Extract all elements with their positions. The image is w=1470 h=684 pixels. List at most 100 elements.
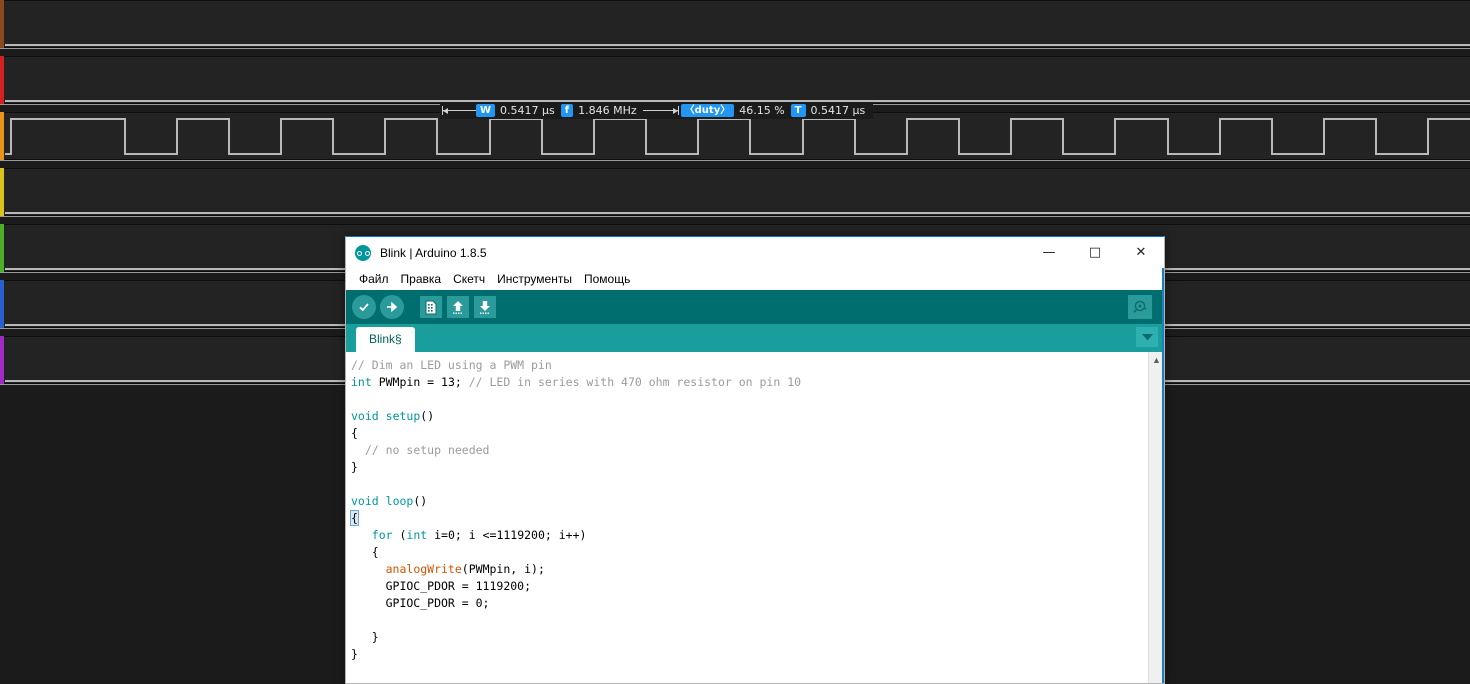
code-token: () xyxy=(413,494,428,508)
duty-cycle-badge[interactable]: 〈duty〉 xyxy=(680,104,735,117)
code-line: { xyxy=(351,544,1144,561)
window-right-edge xyxy=(1162,268,1164,683)
code-token: // LED in series with 470 ohm resistor o… xyxy=(468,375,802,389)
window-title: Blink | Arduino 1.8.5 xyxy=(380,245,487,260)
code-line: analogWrite(PWMpin, i); xyxy=(351,561,1144,578)
channel-separator-0 xyxy=(0,48,1470,49)
channel-trace-3 xyxy=(5,212,1470,214)
code-line: } xyxy=(351,459,1144,476)
channel-color-6 xyxy=(0,336,4,384)
channel-color-3 xyxy=(0,168,4,216)
code-token: { xyxy=(351,545,379,559)
channel-2-square-wave xyxy=(5,118,1470,155)
verify-button[interactable] xyxy=(352,295,376,319)
channel-band-3[interactable] xyxy=(0,168,1470,216)
period-span-arrow xyxy=(642,106,679,115)
code-text[interactable]: // Dim an LED using a PWM pin int PWMpin … xyxy=(346,352,1144,663)
code-token: } xyxy=(351,630,379,644)
duty-cycle-value: 46.15 % xyxy=(739,104,785,117)
channel-trace-0 xyxy=(5,44,1470,46)
code-editor[interactable]: // Dim an LED using a PWM pin int PWMpin … xyxy=(346,352,1164,683)
code-token: { xyxy=(350,510,359,526)
code-line: // no setup needed xyxy=(351,442,1144,459)
menu-edit[interactable]: Правка xyxy=(395,270,448,288)
width-span-arrow xyxy=(442,106,476,115)
code-token: PWMpin = 13; xyxy=(371,375,469,389)
code-token: int xyxy=(351,375,372,389)
menu-help[interactable]: Помощь xyxy=(578,270,636,288)
frequency-badge[interactable]: f xyxy=(560,104,574,117)
close-button[interactable]: ✕ xyxy=(1118,237,1164,268)
code-line: // Dim an LED using a PWM pin xyxy=(351,357,1144,374)
code-line: GPIOC_PDOR = 0; xyxy=(351,595,1144,612)
channel-band-0[interactable] xyxy=(0,0,1470,48)
code-token: void xyxy=(351,494,379,508)
code-token: { xyxy=(351,426,358,440)
open-up-arrow-icon xyxy=(453,300,463,314)
frequency-value: 1.846 MHz xyxy=(578,104,637,117)
code-line: } xyxy=(351,629,1144,646)
save-sketch-button[interactable] xyxy=(474,296,496,318)
pulse-width-badge[interactable]: W xyxy=(476,104,496,117)
channel-color-5 xyxy=(0,280,4,328)
open-sketch-button[interactable] xyxy=(447,296,469,318)
code-token: () xyxy=(420,409,435,423)
code-line: { xyxy=(351,425,1144,442)
toolbar xyxy=(346,290,1164,324)
arduino-infinity-icon xyxy=(355,244,371,261)
maximize-button[interactable]: □ xyxy=(1072,237,1118,268)
code-line: void loop() xyxy=(351,493,1144,510)
pulse-width-value: 0.5417 µs xyxy=(500,104,555,117)
code-line: int PWMpin = 13; // LED in series with 4… xyxy=(351,374,1144,391)
code-token: } xyxy=(351,460,358,474)
code-token: GPIOC_PDOR = 1119200; xyxy=(351,579,532,593)
code-line: GPIOC_PDOR = 1119200; xyxy=(351,578,1144,595)
menu-file[interactable]: Файл xyxy=(353,270,395,288)
window-titlebar[interactable]: Blink | Arduino 1.8.5 — □ ✕ xyxy=(346,237,1164,268)
channel-separator-3 xyxy=(0,216,1470,217)
code-token: i=0; i <=1119200; i++) xyxy=(427,528,587,542)
minimize-button[interactable]: — xyxy=(1026,237,1072,268)
period-badge[interactable]: T xyxy=(790,104,806,117)
menubar: Файл Правка Скетч Инструменты Помощь xyxy=(346,268,1164,290)
code-token: (PWMpin, i); xyxy=(461,562,545,576)
tab-dropdown-button[interactable] xyxy=(1136,327,1158,347)
code-token: // no setup needed xyxy=(364,443,490,457)
code-token: setup xyxy=(385,409,421,423)
channel-color-1 xyxy=(0,56,4,104)
menu-tools[interactable]: Инструменты xyxy=(491,270,578,288)
tab-blink[interactable]: Blink§ xyxy=(356,327,415,352)
code-token: GPIOC_PDOR = 0; xyxy=(351,596,490,610)
channel-color-0 xyxy=(0,0,4,48)
sketch-tabbar: Blink§ xyxy=(346,324,1164,352)
code-token: analogWrite xyxy=(385,562,462,576)
serial-monitor-button[interactable] xyxy=(1128,295,1152,319)
code-token: ( xyxy=(392,528,407,542)
new-document-icon xyxy=(425,300,437,314)
channel-color-4 xyxy=(0,224,4,272)
measurement-annotation-bar[interactable]: W 0.5417 µs f 1.846 MHz 〈duty〉 46.15 % T… xyxy=(440,102,874,119)
window-controls: — □ ✕ xyxy=(1026,237,1164,268)
arduino-ide-window[interactable]: Blink | Arduino 1.8.5 — □ ✕ Файл Правка … xyxy=(345,236,1165,684)
upload-arrow-icon xyxy=(387,301,398,313)
code-token: void xyxy=(351,409,379,423)
code-token: for xyxy=(371,528,393,542)
channel-separator-2 xyxy=(0,160,1470,161)
channel-band-1[interactable] xyxy=(0,56,1470,104)
upload-button[interactable] xyxy=(380,295,404,319)
code-token: int xyxy=(406,528,428,542)
code-token: } xyxy=(351,647,358,661)
code-line: { xyxy=(350,510,1144,527)
new-sketch-button[interactable] xyxy=(420,296,442,318)
verify-icon xyxy=(359,303,369,312)
code-line: } xyxy=(351,646,1144,663)
menu-sketch[interactable]: Скетч xyxy=(447,270,491,288)
